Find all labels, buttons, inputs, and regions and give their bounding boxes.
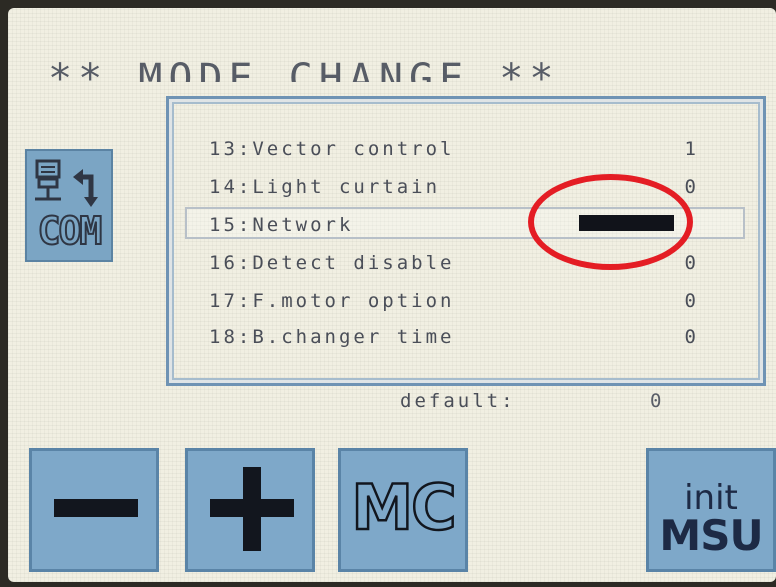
item-value: 0 <box>684 176 699 198</box>
highlight-circle <box>528 174 693 270</box>
mc-label: MC <box>350 470 458 546</box>
list-item[interactable]: 13:Vector control 1 <box>185 133 745 165</box>
page-title: ** MODE CHANGE ** <box>48 56 560 82</box>
item-label: 14:Light curtain <box>209 176 441 198</box>
item-label: 16:Detect disable <box>209 252 455 274</box>
item-value: 0 <box>684 290 699 312</box>
item-value: 0 <box>684 326 699 348</box>
minus-icon <box>54 499 138 517</box>
increment-button[interactable] <box>185 448 315 572</box>
item-label: 17:F.motor option <box>209 290 455 312</box>
decrement-button[interactable] <box>29 448 159 572</box>
com-button[interactable]: COM <box>25 149 113 262</box>
item-label: 15:Network <box>209 214 354 236</box>
network-swap-icon <box>35 159 98 207</box>
item-value: 0 <box>684 252 699 274</box>
init-msu-button[interactable]: init MSU <box>646 448 776 572</box>
mc-button[interactable]: MC <box>338 448 468 572</box>
default-label: default: <box>400 390 516 412</box>
com-label: COM <box>37 208 104 254</box>
msu-label: MSU <box>659 511 763 560</box>
item-label: 13:Vector control <box>209 138 455 160</box>
default-value: 0 <box>650 390 662 412</box>
item-label: 18:B.changer time <box>209 326 455 348</box>
item-value: 1 <box>684 138 699 160</box>
list-item[interactable]: 18:B.changer time 0 <box>185 321 745 353</box>
list-item[interactable]: 17:F.motor option 0 <box>185 285 745 317</box>
touch-screen: ** MODE CHANGE ** COM 13:Vector control … <box>8 8 776 582</box>
